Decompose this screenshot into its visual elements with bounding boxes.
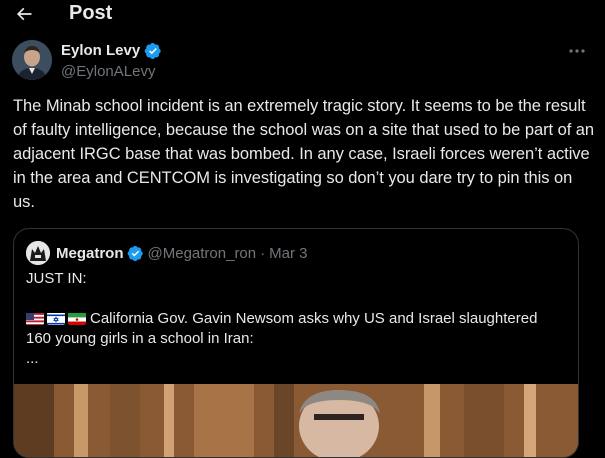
verified-badge-icon xyxy=(127,245,143,261)
quoted-line-2-wrap: California Gov. Gavin Newsom asks why US… xyxy=(26,309,566,349)
more-options-button[interactable] xyxy=(565,42,589,60)
us-flag-icon xyxy=(26,312,44,325)
media-photo xyxy=(14,384,578,457)
post-text: The Minab school incident is an extremel… xyxy=(13,97,595,211)
author-name[interactable]: Eylon Levy xyxy=(61,42,140,60)
quoted-post-header: Megatron @Megatron_ron · Mar 3 xyxy=(26,241,307,265)
verified-badge-icon xyxy=(144,42,161,60)
more-dots-icon xyxy=(569,49,585,53)
back-arrow-icon xyxy=(16,7,32,21)
avatar-image xyxy=(12,40,52,80)
quoted-line-1: JUST IN: xyxy=(26,270,87,287)
post-header: Post xyxy=(0,0,605,28)
quoted-line-3: ... xyxy=(26,350,39,367)
quoted-post-text: JUST IN: California Gov. Gavin Newsom as… xyxy=(26,269,566,369)
quoted-post-date[interactable]: Mar 3 xyxy=(269,245,307,262)
author-handle[interactable]: @EylonALevy xyxy=(61,63,155,81)
iran-flag-icon xyxy=(68,312,86,325)
quoted-line-2: California Gov. Gavin Newsom asks why US… xyxy=(26,310,538,347)
quoted-post-image[interactable] xyxy=(14,384,578,457)
quoted-blank-line xyxy=(26,289,566,309)
quoted-author-name: Megatron xyxy=(56,244,124,262)
page-title: Post xyxy=(69,2,113,24)
quoted-avatar-image xyxy=(26,241,50,265)
quoted-post[interactable]: Megatron @Megatron_ron · Mar 3 JUST IN: xyxy=(13,228,579,458)
quoted-avatar xyxy=(26,241,50,265)
author-name-wrap: Eylon Levy xyxy=(61,42,162,60)
dot-separator: · xyxy=(260,244,266,262)
avatar[interactable] xyxy=(12,40,52,80)
quoted-author-handle: @Megatron_ron xyxy=(147,244,257,262)
author-row: Eylon Levy @EylonALevy xyxy=(12,40,597,82)
flag-emojis xyxy=(26,312,86,325)
israel-flag-icon xyxy=(47,312,65,325)
back-button[interactable] xyxy=(10,0,38,28)
